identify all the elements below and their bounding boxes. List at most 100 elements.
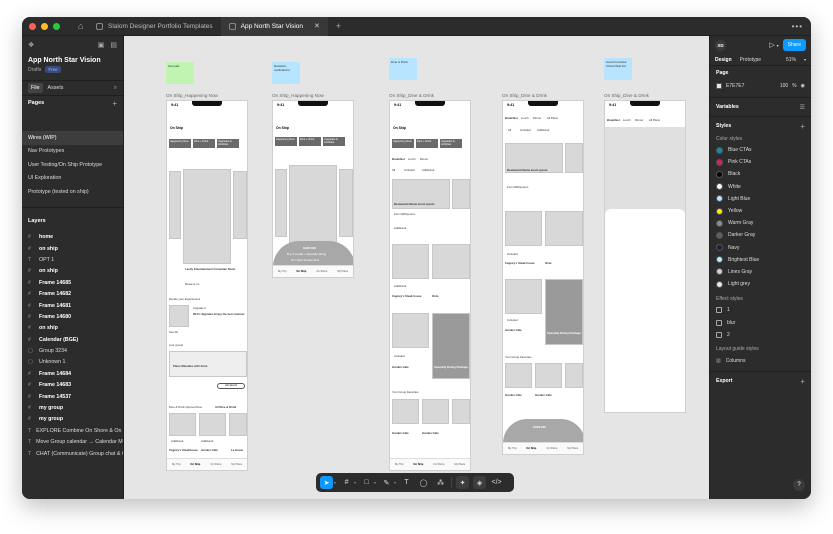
color-style-item[interactable]: Navy — [716, 242, 805, 254]
event-card-main[interactable] — [183, 169, 231, 264]
dine-card[interactable] — [565, 363, 583, 388]
dine-card[interactable] — [392, 244, 429, 279]
sticky-note[interactable]: Rewards, notifications — [272, 62, 300, 84]
frame-happening-now-2[interactable]: 9:41 On Ship Happening Now Dine + Drink … — [272, 100, 354, 278]
color-style-item[interactable]: Light grey — [716, 278, 805, 290]
filter-additional[interactable]: Additional — [537, 128, 549, 132]
meal-tab[interactable]: Breakfast — [607, 118, 620, 122]
chip-dine-drink[interactable]: Dine + Drink — [299, 137, 321, 146]
dine-card[interactable] — [169, 413, 196, 436]
color-style-item[interactable]: Blue CTAs — [716, 144, 805, 156]
dine-card[interactable] — [505, 211, 542, 246]
dine-card[interactable] — [432, 244, 470, 279]
frame-label[interactable]: On Ship_Dine & Drink — [502, 93, 547, 98]
search-icon[interactable]: ⌕ — [114, 85, 117, 92]
color-style-item[interactable]: Lines Gray — [716, 266, 805, 278]
background-hex[interactable]: E7E7E7 — [726, 83, 744, 89]
close-tab-icon[interactable]: ✕ — [314, 22, 320, 30]
tab-my-trip[interactable]: My Trip — [508, 447, 517, 450]
close-window-button[interactable] — [29, 22, 36, 30]
frame-dine-drink-3[interactable]: 9:41 Breakfast Lunch Dinner All Plans — [604, 100, 686, 413]
filter-all[interactable]: All — [508, 128, 511, 132]
meal-tab[interactable]: All Plans — [649, 118, 660, 122]
dine-card[interactable] — [392, 399, 419, 424]
tab-on-shore[interactable]: On Shore — [546, 447, 557, 450]
chevron-down-icon[interactable]: ▾ — [804, 57, 806, 62]
filter-additional[interactable]: Additional — [422, 168, 434, 172]
dev-mode-icon[interactable]: </> — [490, 476, 503, 489]
chip-happening-now[interactable]: Happening Now — [275, 137, 297, 146]
layer-item[interactable]: T EXPLORE Combine On Shore & On Ship — [22, 425, 123, 436]
layer-item[interactable]: # on ship — [22, 323, 123, 334]
frame-dine-drink-1[interactable]: 9:41 On Ship Happening Now Dine + Drink … — [389, 100, 471, 471]
effect-style-item[interactable]: blur — [716, 316, 805, 328]
chip-upgrades[interactable]: Upgrades & Activities — [217, 139, 239, 148]
text-tool-icon[interactable]: T — [400, 476, 413, 489]
meal-tab[interactable]: Breakfast — [392, 157, 405, 161]
restaurant-card[interactable] — [452, 179, 470, 209]
restaurant-card[interactable] — [565, 143, 583, 173]
dine-card[interactable] — [229, 413, 247, 436]
tab-my-plans[interactable]: My Plans — [231, 463, 242, 466]
layer-item[interactable]: # Frame 14537 — [22, 391, 123, 402]
save-banner[interactable] — [503, 419, 583, 443]
page-item[interactable]: User Testing/On Ship Prototype — [22, 158, 123, 172]
background-swatch[interactable] — [716, 82, 722, 89]
tab-on-ship[interactable]: On Ship — [413, 463, 423, 466]
meal-tab[interactable]: Lunch — [521, 116, 529, 120]
all-dine-link[interactable]: All Dine & Drink — [215, 405, 236, 409]
tab-my-trip[interactable]: My Trip — [395, 463, 404, 466]
meal-tab[interactable]: Dinner — [420, 157, 428, 161]
chip-happening-now[interactable]: Happening Now — [392, 139, 414, 148]
frame-dine-drink-2[interactable]: 9:41 Breakfast Lunch Dinner All Plans Al… — [502, 100, 584, 455]
pen-tool-icon[interactable]: ✎ — [380, 476, 393, 489]
comment-tool-icon[interactable]: ◯ — [417, 476, 430, 489]
dine-card[interactable] — [535, 363, 562, 388]
dine-card[interactable] — [392, 313, 429, 348]
eye-icon[interactable]: ◉ — [801, 83, 805, 89]
figma-menu-icon[interactable]: ❖ — [28, 41, 34, 49]
layer-item[interactable]: # my group — [22, 402, 123, 413]
tab-app-north-star[interactable]: App North Star Vision ✕ — [220, 17, 328, 36]
effect-style-item[interactable]: 1 — [716, 304, 805, 316]
avatar[interactable]: XD — [715, 39, 726, 51]
draw-mode-icon[interactable]: ✦ — [456, 476, 470, 489]
move-tool-icon[interactable]: ➤ — [320, 476, 333, 489]
home-icon[interactable]: ⌂ — [78, 21, 88, 31]
background-opacity[interactable]: 100 — [780, 83, 788, 89]
layer-item[interactable]: # Frame 14682 — [22, 288, 123, 299]
chevron-down-icon[interactable]: ▾ — [374, 480, 376, 485]
color-style-item[interactable]: Light Blue — [716, 193, 805, 205]
color-style-item[interactable]: Darker Gray — [716, 229, 805, 241]
design-mode-icon[interactable]: ◈ — [473, 476, 487, 489]
page-item[interactable]: Nav Prototypes — [22, 145, 123, 159]
layer-item[interactable]: # on ship — [22, 243, 123, 254]
file-title[interactable]: App North Star Vision — [22, 57, 123, 64]
color-style-item[interactable]: Black — [716, 168, 805, 180]
frame-tool-icon[interactable]: # — [340, 476, 353, 489]
more-options-icon[interactable]: ••• — [792, 22, 803, 31]
join-event-button[interactable]: Join Event — [217, 383, 245, 389]
tab-on-shore[interactable]: On Shore — [433, 463, 444, 466]
open-restaurants-link[interactable]: Our Open Restaurants — [291, 258, 319, 262]
tab-my-trip[interactable]: My Trip — [172, 463, 181, 466]
sticky-note[interactable]: Get paid — [166, 62, 194, 84]
chip-upgrades[interactable]: Upgrades & Activities — [440, 139, 462, 148]
tab-prototype[interactable]: Prototype — [740, 57, 761, 63]
chip-dine-drink[interactable]: Dine + Drink — [193, 139, 215, 148]
tab-on-ship[interactable]: On Ship — [190, 463, 200, 466]
filter-included[interactable]: Included — [520, 128, 531, 132]
help-button[interactable]: ? — [793, 479, 805, 491]
dine-card[interactable] — [505, 279, 542, 314]
event-card[interactable] — [169, 171, 181, 239]
minimize-window-button[interactable] — [41, 22, 48, 30]
tab-my-plans[interactable]: My Plans — [567, 447, 578, 450]
filter-all[interactable]: All — [392, 168, 395, 172]
specialty-card[interactable] — [432, 313, 470, 379]
layer-item[interactable]: # Frame 14681 — [22, 300, 123, 311]
meal-tab[interactable]: Dinner — [533, 116, 541, 120]
layer-item[interactable]: # Calendar (BGE) — [22, 334, 123, 345]
variables-heading[interactable]: Variables ☰ — [716, 100, 805, 114]
specialty-card[interactable] — [545, 279, 583, 345]
dine-card[interactable] — [199, 413, 226, 436]
